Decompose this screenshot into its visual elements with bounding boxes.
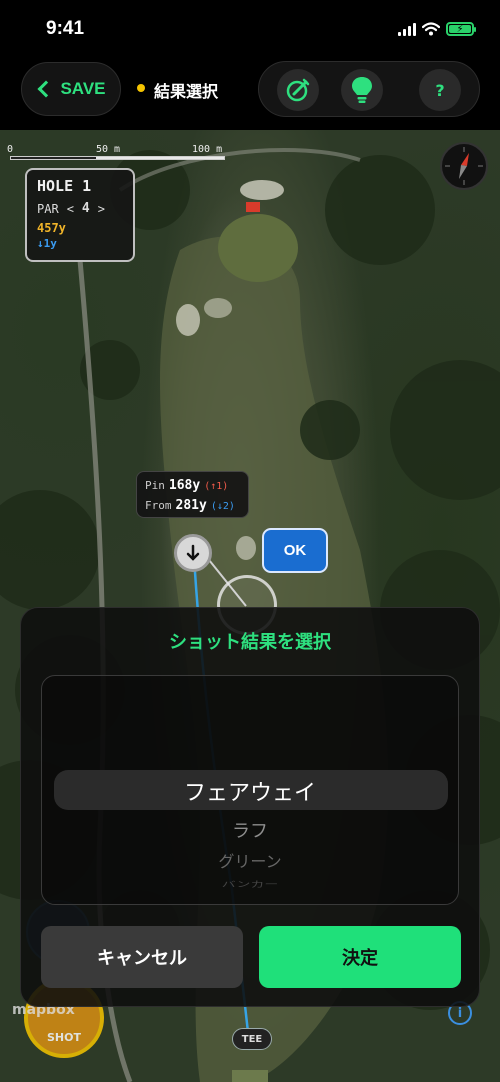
scale-label-50: 50 m <box>96 144 121 155</box>
target-edit-icon <box>286 78 310 102</box>
picker-option-fairway[interactable]: フェアウェイ <box>42 775 458 807</box>
par-row: PAR < 4 > <box>37 201 123 216</box>
wifi-icon <box>422 22 440 36</box>
from-label: From <box>145 499 172 512</box>
cancel-button[interactable]: キャンセル <box>41 926 243 988</box>
hole-elevation: ↓1y <box>37 237 57 250</box>
picker-option-rough[interactable]: ラフ <box>42 817 458 843</box>
pin-delta: (↑1) <box>204 481 229 492</box>
help-label: ? <box>435 80 445 100</box>
lightbulb-icon <box>352 77 372 103</box>
pin-label: Pin <box>145 479 165 492</box>
par-next-button[interactable]: > <box>98 202 105 216</box>
picker-option-bunker[interactable]: バンカー <box>42 879 458 890</box>
par-value: 4 <box>81 201 90 216</box>
mode-indicator-dot <box>137 84 145 92</box>
compass-icon[interactable] <box>440 142 488 190</box>
hole-title: HOLE 1 <box>37 177 92 195</box>
edit-target-button[interactable] <box>277 69 319 111</box>
battery-icon: ⚡ <box>446 22 476 36</box>
hole-yardage: 457y <box>37 221 66 235</box>
help-button[interactable]: ? <box>419 69 461 111</box>
par-prev-button[interactable]: < <box>67 202 74 216</box>
mode-label: 結果選択 <box>154 82 219 101</box>
hole-info-card[interactable]: HOLE 1 PAR < 4 > 457y ↓1y <box>25 168 135 262</box>
ball-position-marker[interactable] <box>174 534 212 572</box>
result-picker[interactable]: フェアウェイ ラフ グリーン バンカー <box>41 675 459 905</box>
confirm-button[interactable]: 決定 <box>259 926 461 988</box>
chevron-left-icon <box>37 80 55 98</box>
cellular-signal-icon <box>398 22 416 36</box>
pin-distance: 168y <box>168 478 201 493</box>
tee-badge: TEE <box>232 1028 272 1050</box>
save-button[interactable]: SAVE <box>21 62 121 116</box>
map-scale-bar: 0 50 m 100 m <box>7 144 225 164</box>
scale-label-100: 100 m <box>192 144 223 155</box>
top-bar: 9:41 ⚡ SAVE 結果選択 ? <box>0 0 500 130</box>
scale-label-0: 0 <box>7 144 14 155</box>
modal-title: ショット結果を選択 <box>169 632 331 653</box>
arrow-down-icon <box>186 544 200 561</box>
hint-button[interactable] <box>341 69 383 111</box>
save-label: SAVE <box>60 79 106 98</box>
from-distance: 281y <box>175 498 207 513</box>
status-time: 9:41 <box>46 18 85 39</box>
from-delta: (↓2) <box>210 501 235 512</box>
picker-option-green[interactable]: グリーン <box>42 848 458 872</box>
par-label: PAR <box>37 201 59 216</box>
shot-label: SHOT <box>47 1031 81 1044</box>
ok-button[interactable]: OK <box>262 528 328 573</box>
tool-group: ? <box>258 61 480 117</box>
distance-card: Pin 168y (↑1) From 281y (↓2) <box>136 471 249 518</box>
status-icons: ⚡ <box>398 22 476 36</box>
shot-result-modal: ショット結果を選択 フェアウェイ ラフ グリーン バンカー キャンセル 決定 <box>20 607 480 1007</box>
